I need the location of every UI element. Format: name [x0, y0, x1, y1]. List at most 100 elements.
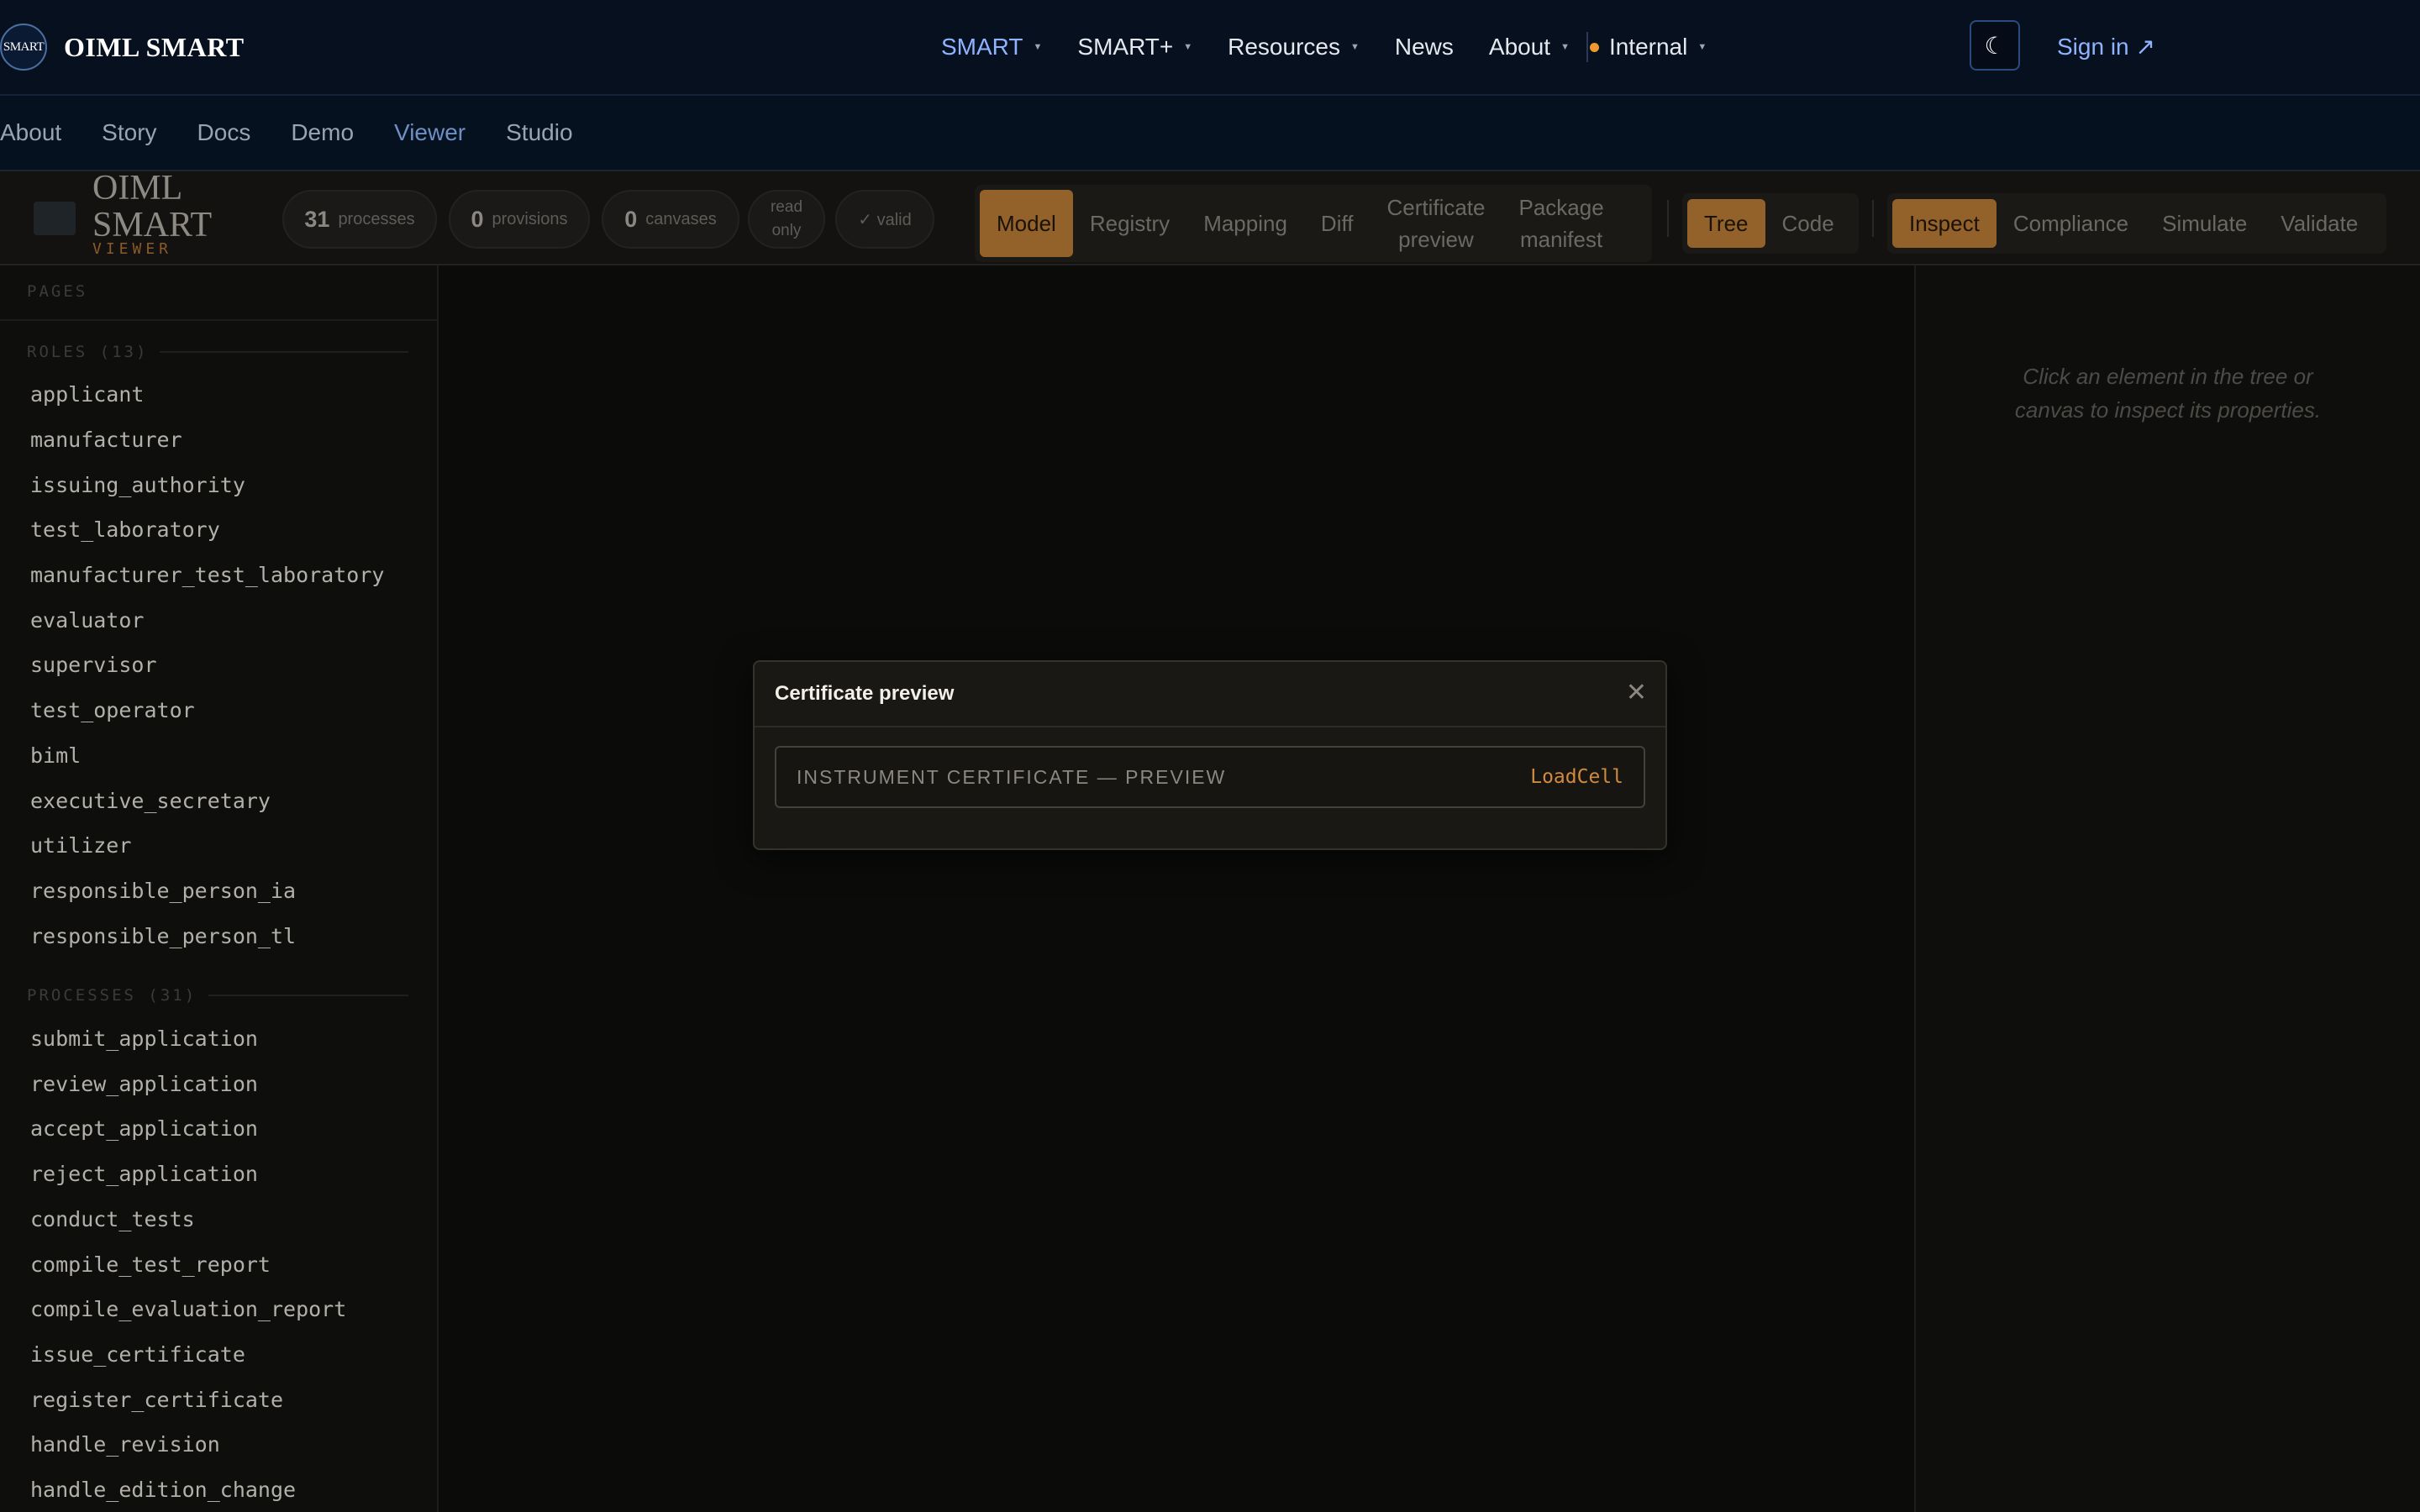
caret-down-icon: ▼	[1697, 42, 1707, 52]
tab-code[interactable]: Code	[1765, 199, 1851, 248]
tree-item-role[interactable]: manufacturer_test_laboratory	[30, 563, 384, 587]
tree-item-role[interactable]: executive_secretary	[30, 789, 271, 813]
tab-inspect[interactable]: Inspect	[1892, 199, 1996, 248]
pages-heading: PAGES	[27, 282, 88, 301]
tree-item-role[interactable]: evaluator	[30, 608, 144, 633]
oiml-logo: SMART	[0, 24, 47, 71]
menu-item-smart[interactable]: SMART ▼	[941, 34, 1042, 60]
canvases-count: 0	[624, 206, 638, 232]
close-icon[interactable]: ✕	[1626, 679, 1647, 707]
menu-item-about[interactable]: About ▼	[1489, 34, 1570, 60]
tree-item-process[interactable]: compile_test_report	[30, 1252, 271, 1277]
menu-item-label: Internal	[1608, 34, 1688, 60]
tree-item-role[interactable]: issuing_authority	[30, 473, 245, 497]
provisions-count-badge: 0 provisions	[449, 190, 590, 249]
menu-item-label: About	[1488, 34, 1551, 60]
tree-item-role[interactable]: test_operator	[30, 698, 195, 722]
tree-item-role[interactable]: biml	[30, 743, 81, 768]
tab-mapping[interactable]: Mapping	[1186, 190, 1304, 257]
subnav-about[interactable]: About	[0, 119, 61, 146]
status-dot	[1589, 42, 1599, 52]
read-only-label-2: only	[771, 222, 802, 239]
tree-item-process[interactable]: submit_application	[30, 1026, 258, 1051]
tree-item-process[interactable]: handle_edition_change	[30, 1478, 296, 1502]
mode-tabs: Tree Code	[1682, 193, 1859, 254]
model-tree-sidebar: PAGES ROLES (13) applicant manufacturer …	[0, 265, 439, 1512]
tree-item-process[interactable]: compile_evaluation_report	[30, 1297, 346, 1321]
tree-item-process[interactable]: accept_application	[30, 1116, 258, 1141]
tree-item-process[interactable]: reject_application	[30, 1162, 258, 1186]
tab-certificate-preview[interactable]: Certificate preview	[1370, 190, 1502, 257]
site-header: SMART OIML SMART SMART ▼ SMART+ ▼ Resour…	[0, 0, 2420, 96]
caret-down-icon: ▼	[1033, 42, 1043, 52]
menu-item-label: SMART	[941, 34, 1023, 60]
toolbar-divider	[1872, 200, 1874, 237]
main-menu: SMART ▼ SMART+ ▼ Resources ▼ News About …	[941, 24, 1742, 71]
subnav-demo[interactable]: Demo	[291, 119, 354, 146]
subnav-viewer[interactable]: Viewer	[394, 119, 466, 146]
tab-package-manifest[interactable]: Package manifest	[1502, 190, 1621, 257]
valid-label: ✓ valid	[858, 210, 912, 229]
tab-tree[interactable]: Tree	[1687, 199, 1765, 248]
menu-item-label: SMART+	[1077, 34, 1174, 60]
processes-count-badge: 31 processes	[282, 190, 437, 249]
tree-item-role[interactable]: applicant	[30, 382, 144, 407]
tree-item-role[interactable]: responsible_person_ia	[30, 879, 296, 903]
tab-model[interactable]: Model	[980, 190, 1073, 257]
subnav-studio[interactable]: Studio	[506, 119, 572, 146]
tree-item-role[interactable]: manufacturer	[30, 428, 182, 452]
menu-item-smart-plus[interactable]: SMART+ ▼	[1077, 34, 1192, 60]
processes-heading[interactable]: PROCESSES (31)	[27, 986, 408, 1005]
tree-item-process[interactable]: review_application	[30, 1072, 258, 1096]
sign-in-link[interactable]: Sign in ↗	[2057, 24, 2155, 71]
viewer-brand: OIML SMART VIEWER	[92, 169, 213, 259]
divider	[208, 995, 408, 996]
menu-item-resources[interactable]: Resources ▼	[1228, 34, 1360, 60]
read-only-badge: read only	[748, 190, 825, 249]
tree-item-process[interactable]: issue_certificate	[30, 1342, 245, 1367]
toolbar-divider	[1667, 200, 1669, 237]
tree-item-role[interactable]: utilizer	[30, 833, 131, 858]
dialog-title: Certificate preview	[775, 682, 955, 705]
viewer-brand-line2: SMART	[92, 206, 213, 244]
tab-validate[interactable]: Validate	[2264, 199, 2375, 248]
divider	[160, 351, 408, 353]
tab-label: preview	[1398, 227, 1474, 252]
provisions-label: provisions	[492, 209, 568, 228]
section-nav: About Story Docs Demo Viewer Studio	[0, 96, 2420, 171]
tab-diff[interactable]: Diff	[1304, 190, 1370, 257]
tree-item-process[interactable]: conduct_tests	[30, 1207, 195, 1231]
certificate-card: INSTRUMENT CERTIFICATE — PREVIEW LoadCel…	[775, 746, 1645, 808]
tab-compliance[interactable]: Compliance	[1996, 199, 2145, 248]
provisions-count: 0	[471, 206, 484, 232]
tab-simulate[interactable]: Simulate	[2145, 199, 2264, 248]
valid-badge: ✓ valid	[835, 190, 934, 249]
menu-item-news[interactable]: News	[1395, 34, 1454, 60]
subnav-docs[interactable]: Docs	[197, 119, 251, 146]
tree-item-role[interactable]: supervisor	[30, 653, 157, 677]
tree-item-process[interactable]: handle_revision	[30, 1432, 220, 1457]
diagram-canvas[interactable]	[439, 265, 1914, 1512]
site-brand[interactable]: SMART OIML SMART	[0, 24, 245, 71]
tree-item-process[interactable]: register_certificate	[30, 1388, 283, 1412]
processes-label: processes	[338, 209, 415, 228]
tree-item-role[interactable]: responsible_person_tl	[30, 924, 296, 948]
tree-item-role[interactable]: test_laboratory	[30, 517, 220, 542]
tab-label: Certificate	[1386, 195, 1486, 220]
viewer-toolbar: OIML SMART VIEWER 31 processes 0 provisi…	[0, 169, 2420, 265]
certificate-preview-dialog: Certificate preview ✕ INSTRUMENT CERTIFI…	[753, 660, 1667, 850]
subnav-story[interactable]: Story	[102, 119, 156, 146]
tab-label: Package	[1518, 195, 1604, 220]
menu-item-label: News	[1394, 34, 1454, 60]
canvases-count-badge: 0 canvases	[602, 190, 739, 249]
tab-registry[interactable]: Registry	[1073, 190, 1186, 257]
theme-toggle-button[interactable]: ☾	[1970, 20, 2020, 71]
menu-divider	[1586, 32, 1588, 62]
roles-heading[interactable]: ROLES (13)	[27, 343, 408, 361]
caret-down-icon: ▼	[1183, 42, 1193, 52]
menu-item-internal[interactable]: Internal ▼	[1586, 32, 1707, 62]
certificate-title: INSTRUMENT CERTIFICATE — PREVIEW	[797, 765, 1227, 788]
hint-line: Click an element in the tree or	[2023, 364, 2313, 389]
viewer-brand-line1: OIML	[92, 169, 183, 207]
menu-item-label: Resources	[1228, 34, 1340, 60]
